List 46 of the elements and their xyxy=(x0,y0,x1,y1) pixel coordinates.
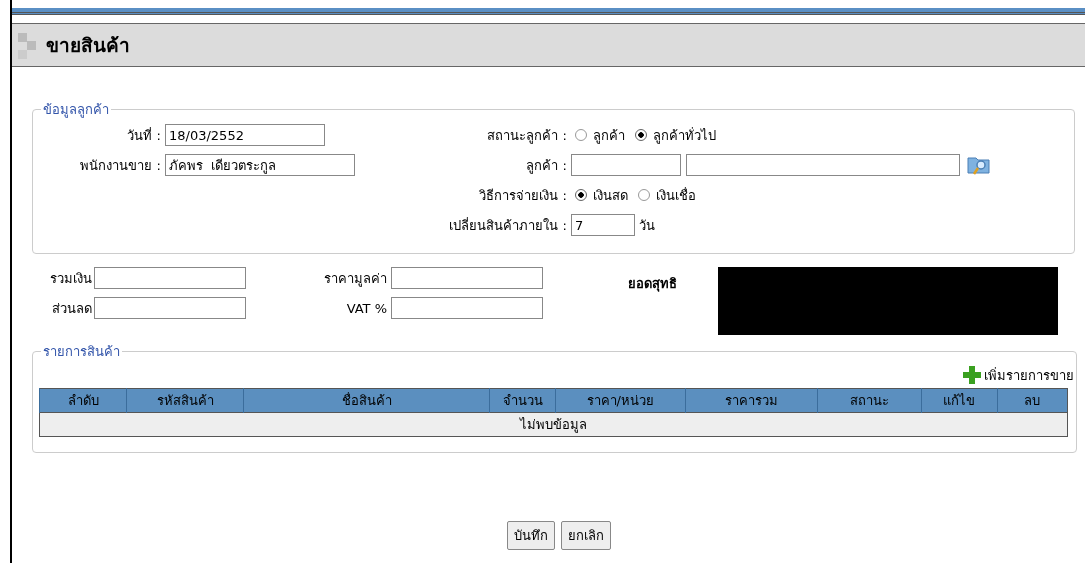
radio-button[interactable] xyxy=(635,129,647,141)
column-header: แก้ไข xyxy=(921,388,998,413)
column-header: ลำดับ xyxy=(39,388,127,413)
field-label: วิธีการจ่ายเงิน : xyxy=(478,186,568,205)
exchange-days-field[interactable]: 7 xyxy=(571,214,635,236)
empty-message: ไม่พบข้อมูล xyxy=(39,412,1068,437)
customer-code-field[interactable] xyxy=(571,154,681,176)
form-button[interactable]: บันทึก xyxy=(506,521,555,550)
field-label: สถานะลูกค้า : xyxy=(486,126,568,146)
radio-label: ลูกค้า xyxy=(593,126,625,146)
radio-label: เงินสด xyxy=(593,186,628,205)
net-total-label: ยอดสุทธิ xyxy=(628,275,678,294)
column-header: สถานะ xyxy=(817,388,922,413)
column-header: รหัสสินค้า xyxy=(126,388,244,413)
field-label: ราคามูลค่า xyxy=(323,269,388,289)
page-title: ขายสินค้า xyxy=(46,33,130,58)
column-header: จำนวน xyxy=(489,388,556,413)
radio-label: เงินเชื่อ xyxy=(656,186,696,205)
field-label: เปลี่ยนสินค้าภายใน : xyxy=(448,216,568,235)
customer-name-field[interactable] xyxy=(686,154,960,176)
value-price-field[interactable] xyxy=(391,267,543,289)
field-label: วันที่ : xyxy=(126,126,162,145)
salesperson-field[interactable]: ภัคพร เดียวตระกูล xyxy=(165,154,355,176)
unit-label: วัน xyxy=(639,216,655,235)
field-label: ส่วนลด xyxy=(51,299,93,318)
panel-legend: รายการสินค้า xyxy=(41,341,122,362)
radio-button[interactable] xyxy=(575,189,587,201)
form-button[interactable]: ยกเลิก xyxy=(560,521,611,550)
panel-legend: ข้อมูลลูกค้า xyxy=(41,99,111,120)
discount-field[interactable] xyxy=(94,297,246,319)
radio-button[interactable] xyxy=(575,129,587,141)
column-header: ราคารวม xyxy=(685,388,818,413)
date-field[interactable]: 18/03/2552 xyxy=(165,124,325,146)
field-label: VAT % xyxy=(345,300,388,316)
vat-field[interactable] xyxy=(391,297,543,319)
plus-icon[interactable] xyxy=(962,365,982,385)
column-header: ราคา/หน่วย xyxy=(555,388,686,413)
radio-button[interactable] xyxy=(638,189,650,201)
field-label: รวมเงิน xyxy=(49,269,93,288)
radio-label: ลูกค้าทั่วไป xyxy=(653,126,716,146)
column-header: ชื่อสินค้า xyxy=(243,388,490,413)
add-sale-item-link[interactable]: เพิ่มรายการขาย xyxy=(984,364,1074,386)
field-label: ลูกค้า : xyxy=(525,156,568,176)
sum-field[interactable] xyxy=(94,267,246,289)
column-header: ลบ xyxy=(997,388,1068,413)
field-label: พนักงานขาย : xyxy=(79,156,162,175)
